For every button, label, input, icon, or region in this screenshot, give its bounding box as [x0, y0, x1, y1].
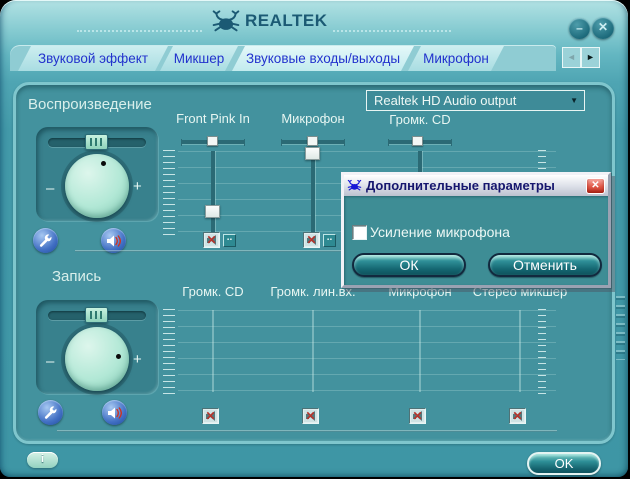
dialog-close-button[interactable]: ✕: [586, 177, 605, 194]
recording-properties-button[interactable]: [38, 400, 63, 425]
more-dots-icon: ..: [326, 232, 333, 243]
playback-device-value: Realtek HD Audio output: [374, 93, 517, 108]
tab-sound-effect[interactable]: Звуковой эффект: [18, 46, 168, 71]
mute-checkbox[interactable]: ✕: [303, 232, 320, 248]
header-dotted-divider-right: [333, 30, 451, 32]
realtek-logo: REALTEK: [211, 5, 328, 37]
playback-device-select[interactable]: Realtek HD Audio output ▼: [366, 90, 585, 111]
tab-label: Микрофон: [423, 51, 489, 66]
knob-indicator-dot: [116, 354, 121, 359]
speaker-icon: [107, 234, 121, 247]
channel-more-button[interactable]: ..: [223, 232, 236, 247]
dialog-cancel-button[interactable]: Отменить: [488, 253, 602, 277]
wrench-icon: [39, 234, 52, 247]
channel-volume-handle[interactable]: [305, 147, 320, 160]
knob-plus-label: +: [133, 351, 142, 368]
brand-name: REALTEK: [245, 11, 328, 30]
channel-volume-handle[interactable]: [205, 205, 220, 218]
frame-grip-decoration: [616, 296, 625, 360]
realtek-crab-icon: [212, 9, 240, 31]
playback-volume-knob[interactable]: [65, 154, 129, 218]
realtek-crab-icon: [347, 179, 362, 191]
tab-mixer[interactable]: Микшер: [160, 46, 238, 71]
channel-volume-track[interactable]: [211, 151, 215, 233]
info-icon: i: [40, 453, 45, 465]
dropdown-arrow-icon: ▼: [570, 96, 578, 105]
knob-indicator-dot: [101, 161, 106, 166]
mute-checkbox[interactable]: ✕: [409, 408, 426, 424]
info-button[interactable]: i: [27, 452, 58, 468]
playback-balance-handle[interactable]: [85, 134, 108, 150]
mute-cross-icon: ✕: [512, 409, 523, 423]
minimize-button[interactable]: –: [569, 18, 590, 39]
recording-balance-handle[interactable]: [85, 307, 108, 323]
scroll-left-icon: ◄: [567, 52, 576, 62]
tab-scroll-left-button[interactable]: ◄: [562, 47, 581, 68]
recording-volume-knob[interactable]: [65, 327, 129, 391]
more-dots-icon: ..: [226, 232, 233, 243]
wrench-icon: [44, 406, 57, 419]
minimize-icon: –: [576, 21, 583, 35]
channel-more-button[interactable]: ..: [323, 232, 336, 247]
recording-left-tick-scale: [163, 309, 175, 395]
mute-checkbox[interactable]: ✕: [203, 232, 220, 248]
scroll-right-icon: ►: [586, 52, 595, 62]
header-dotted-divider-left: [77, 30, 202, 32]
dialog-ok-button[interactable]: ОК: [352, 253, 466, 277]
additional-parameters-dialog: Дополнительные параметры ✕ Усиление микр…: [341, 172, 611, 288]
dialog-body: Усиление микрофона ОК Отменить: [344, 196, 608, 285]
close-icon: ✕: [591, 179, 600, 191]
mute-cross-icon: ✕: [206, 233, 217, 247]
tab-label: Микшер: [173, 51, 225, 66]
tab-microphone[interactable]: Микрофон: [408, 46, 504, 71]
playback-section-title: Воспроизведение: [28, 96, 152, 113]
section-divider: [57, 430, 557, 432]
channel-label: Громк. CD: [389, 112, 451, 127]
channel-balance-handle[interactable]: [207, 136, 218, 146]
tab-label: Звуковые входы/выходы: [245, 51, 401, 66]
mute-checkbox[interactable]: ✕: [509, 408, 526, 424]
recording-speaker-button[interactable]: [102, 400, 127, 425]
close-icon: ✕: [597, 20, 609, 34]
mic-boost-checkbox[interactable]: [352, 225, 367, 240]
knob-minus-label: –: [46, 180, 55, 197]
dialog-title-bar[interactable]: Дополнительные параметры ✕: [344, 175, 608, 196]
dialog-ok-label: ОК: [399, 257, 419, 273]
ok-button[interactable]: OK: [527, 452, 601, 475]
mute-checkbox[interactable]: ✕: [302, 408, 319, 424]
mic-boost-label: Усиление микрофона: [370, 224, 510, 240]
realtek-audio-manager-window: REALTEK – ✕ Звуковой эффект Микшер Звуко…: [0, 0, 628, 477]
channel-volume-track[interactable]: [519, 310, 521, 392]
dialog-cancel-label: Отменить: [513, 257, 577, 273]
mute-cross-icon: ✕: [205, 409, 216, 423]
tab-label: Звуковой эффект: [37, 51, 149, 66]
channel-balance-handle[interactable]: [307, 136, 318, 146]
channel-balance-handle[interactable]: [412, 136, 423, 146]
knob-minus-label: –: [46, 353, 55, 370]
tab-scroll-right-button[interactable]: ►: [581, 47, 600, 68]
mute-cross-icon: ✕: [306, 233, 317, 247]
channel-volume-track[interactable]: [419, 310, 421, 392]
playback-properties-button[interactable]: [33, 228, 58, 253]
playback-left-tick-scale: [163, 150, 175, 238]
channel-volume-track[interactable]: [212, 310, 214, 392]
close-button[interactable]: ✕: [592, 17, 614, 39]
tab-scroll-buttons: ◄ ►: [562, 47, 600, 68]
playback-knob-panel: – +: [36, 127, 158, 221]
tab-audio-io[interactable]: Звуковые входы/выходы: [232, 46, 414, 71]
ok-button-label: OK: [554, 456, 574, 471]
channel-volume-track[interactable]: [312, 310, 314, 392]
mute-cross-icon: ✕: [412, 409, 423, 423]
speaker-icon: [108, 406, 122, 419]
mute-cross-icon: ✕: [305, 409, 316, 423]
mute-checkbox[interactable]: ✕: [202, 408, 219, 424]
recording-section-title: Запись: [52, 268, 102, 285]
knob-plus-label: +: [133, 178, 142, 195]
recording-gridlines: [178, 310, 556, 394]
recording-knob-panel: – +: [36, 300, 158, 394]
dialog-title: Дополнительные параметры: [366, 178, 555, 193]
channel-volume-track[interactable]: [311, 151, 315, 233]
